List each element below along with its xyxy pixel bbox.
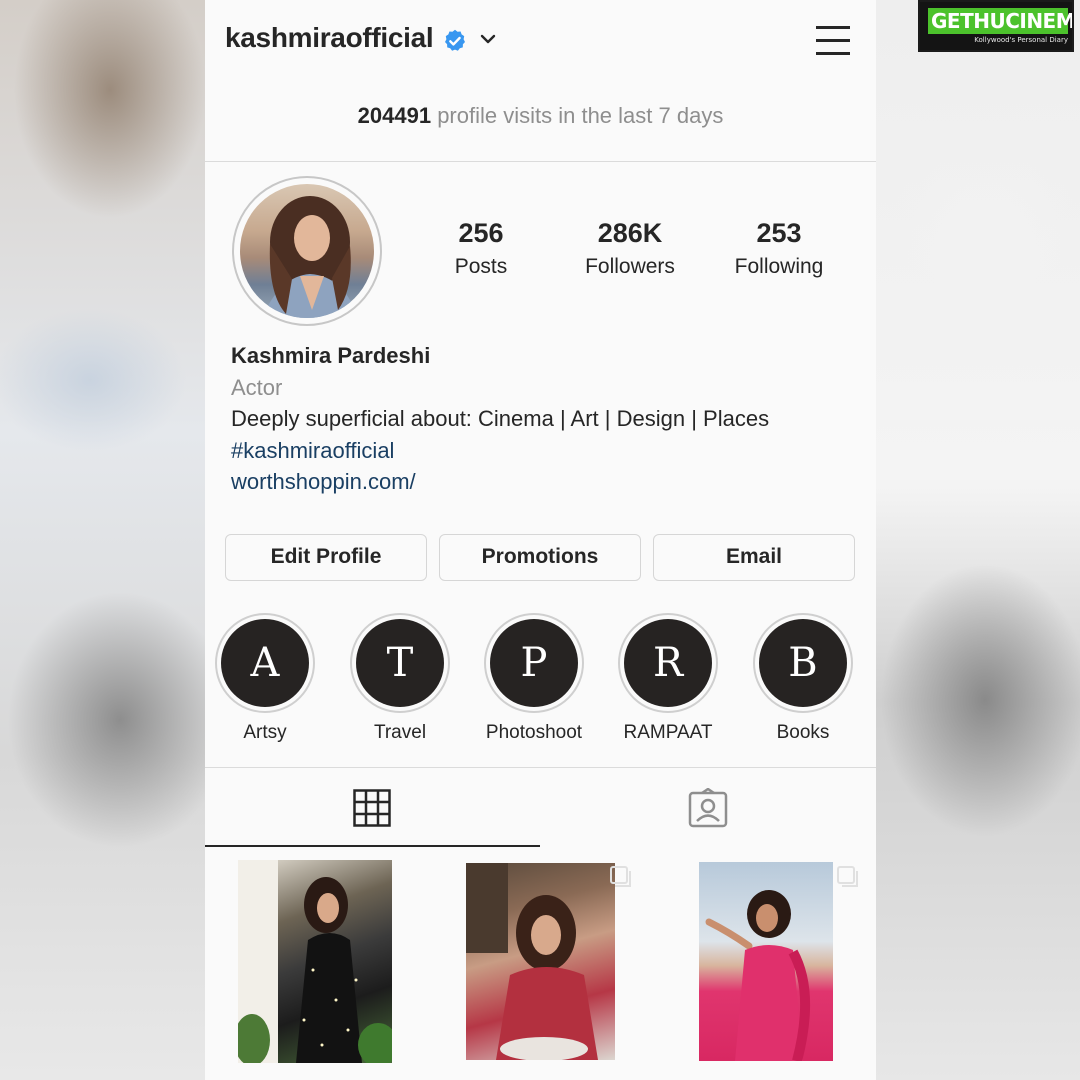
profile-avatar[interactable]	[232, 176, 382, 326]
top-bar: kashmiraofficial	[205, 0, 876, 80]
hamburger-menu-icon[interactable]	[816, 24, 850, 56]
highlight-ring: A	[215, 613, 315, 713]
profile-bio: Kashmira Pardeshi Actor Deeply superfici…	[231, 340, 851, 498]
followers-count: 286K	[597, 218, 663, 248]
following-label: Following	[734, 255, 824, 278]
highlight-photoshoot[interactable]: P Photoshoot	[482, 613, 586, 744]
divider	[205, 767, 876, 768]
profile-tabs	[205, 769, 876, 847]
watermark-tagline: Kollywood's Personal Diary	[974, 36, 1068, 44]
highlight-artsy[interactable]: A Artsy	[213, 613, 317, 744]
avatar-photo	[240, 184, 374, 318]
chevron-down-icon[interactable]	[479, 30, 497, 48]
username[interactable]: kashmiraofficial	[225, 22, 434, 54]
highlight-ring: T	[350, 613, 450, 713]
highlight-label: Photoshoot	[485, 722, 583, 743]
multiple-posts-icon	[837, 866, 859, 888]
blurred-background-left	[0, 0, 205, 1080]
visits-text: profile visits in the last 7 days	[431, 103, 724, 128]
highlight-cover: R	[624, 619, 712, 707]
promotions-button[interactable]: Promotions	[439, 534, 641, 581]
highlight-books[interactable]: B Books	[751, 613, 855, 744]
highlight-ring: B	[753, 613, 853, 713]
display-name: Kashmira Pardeshi	[231, 343, 431, 368]
post-thumbnail[interactable]	[238, 860, 392, 1063]
divider	[205, 161, 876, 162]
profile-category: Actor	[231, 374, 283, 400]
blurred-background-right	[875, 0, 1080, 1080]
watermark-brand: GETHUCINEMA	[928, 8, 1072, 34]
visits-count: 204491	[357, 103, 432, 128]
gethucinema-watermark-logo: GETHUCINEMA Kollywood's Personal Diary	[918, 0, 1074, 52]
email-button[interactable]: Email	[653, 534, 855, 581]
multiple-posts-icon	[610, 866, 632, 888]
followers-label: Followers	[585, 255, 675, 278]
highlight-cover: A	[221, 619, 309, 707]
instagram-profile-screen: kashmiraofficial 204491 profile visits i…	[205, 0, 876, 1080]
highlight-label: Books	[776, 722, 830, 743]
posts-count: 256	[458, 218, 504, 248]
highlight-ring: P	[484, 613, 584, 713]
stat-followers[interactable]: 286K Followers	[555, 218, 705, 279]
highlight-label: Artsy	[243, 722, 287, 743]
highlight-ring: R	[618, 613, 718, 713]
highlight-label: RAMPAAT	[623, 722, 713, 743]
grid-icon[interactable]	[353, 789, 391, 827]
highlight-cover: B	[759, 619, 847, 707]
highlight-travel[interactable]: T Travel	[348, 613, 452, 744]
highlight-cover: T	[356, 619, 444, 707]
tagged-user-icon[interactable]	[688, 788, 728, 828]
edit-profile-button[interactable]: Edit Profile	[225, 534, 427, 581]
highlight-rampaat[interactable]: R RAMPAAT	[616, 613, 720, 744]
highlight-label: Travel	[373, 722, 427, 743]
bio-description: Deeply superficial about: Cinema | Art |…	[231, 406, 770, 431]
stat-posts[interactable]: 256 Posts	[406, 218, 556, 279]
posts-label: Posts	[454, 255, 508, 278]
following-count: 253	[756, 218, 802, 248]
active-tab-indicator	[205, 845, 540, 847]
profile-visits-insight[interactable]: 204491 profile visits in the last 7 days	[205, 103, 876, 129]
highlight-cover: P	[490, 619, 578, 707]
bio-hashtag-link[interactable]: #kashmiraofficial	[231, 435, 851, 467]
website-link[interactable]: worthshoppin.com/	[231, 466, 851, 498]
stat-following[interactable]: 253 Following	[704, 218, 854, 279]
verified-badge-icon	[445, 29, 465, 51]
post-thumbnail[interactable]	[466, 863, 615, 1060]
post-thumbnail[interactable]	[699, 862, 833, 1061]
